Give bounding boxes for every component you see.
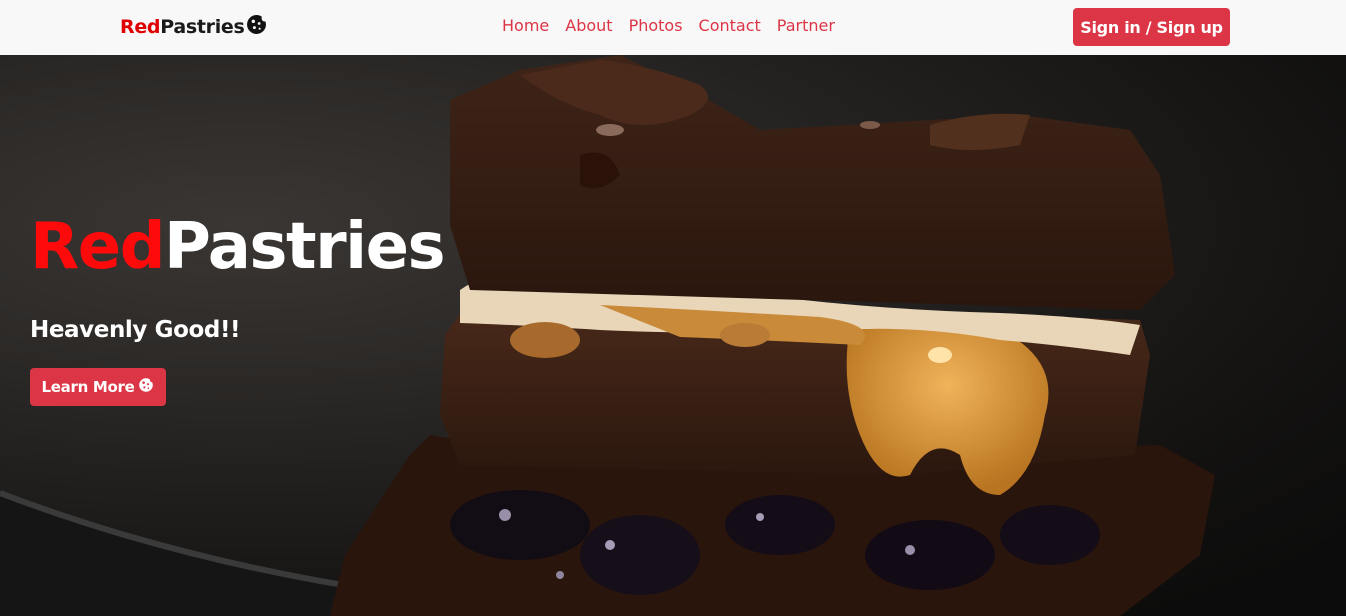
learn-more-button[interactable]: Learn More bbox=[30, 368, 166, 406]
hero-section: RedPastries Heavenly Good!! Learn More bbox=[0, 55, 1346, 616]
hero-title: RedPastries bbox=[30, 215, 446, 279]
nav-link-partner[interactable]: Partner bbox=[777, 16, 835, 35]
cookie-icon bbox=[138, 377, 156, 397]
learn-more-label: Learn More bbox=[41, 378, 135, 396]
hero-tagline: Heavenly Good!! bbox=[30, 317, 241, 343]
nav-link-about[interactable]: About bbox=[565, 16, 612, 35]
nav-link-contact[interactable]: Contact bbox=[699, 16, 761, 35]
signin-signup-button[interactable]: Sign in / Sign up bbox=[1073, 8, 1230, 46]
hero-title-white: Pastries bbox=[164, 210, 446, 284]
cookie-icon bbox=[246, 14, 268, 40]
nav-menu: Home About Photos Contact Partner bbox=[502, 16, 835, 35]
hero-title-red: Red bbox=[30, 210, 166, 284]
nav-link-home[interactable]: Home bbox=[502, 16, 549, 35]
brand-logo[interactable]: Red Pastries bbox=[120, 14, 268, 40]
brand-name-red: Red bbox=[120, 16, 161, 38]
brand-name-dark: Pastries bbox=[160, 16, 245, 38]
navbar: Red Pastries Home About Photos Contact Pa… bbox=[0, 0, 1346, 55]
nav-link-photos[interactable]: Photos bbox=[629, 16, 683, 35]
